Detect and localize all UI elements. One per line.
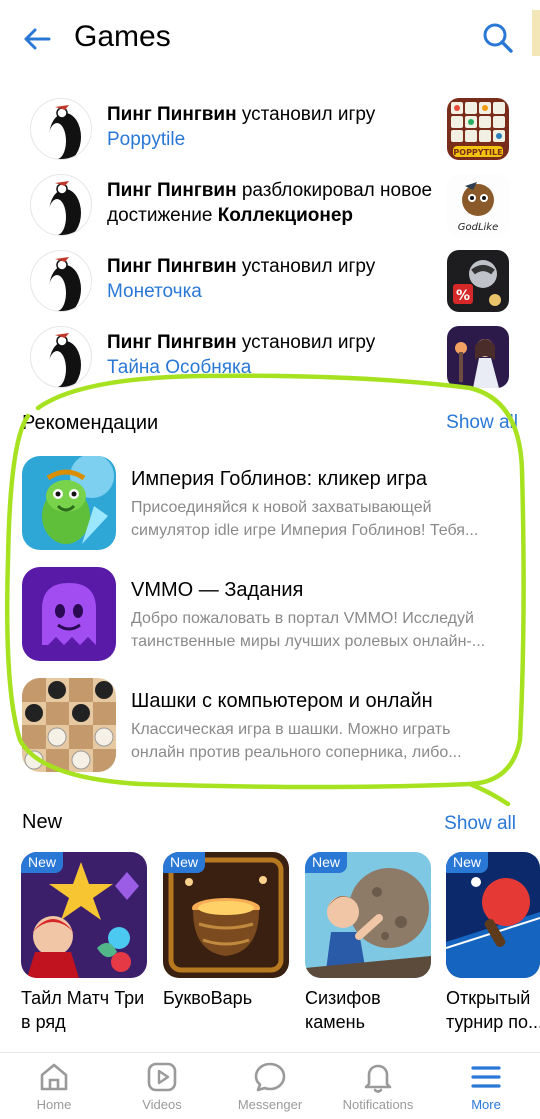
feed-action: установил игру: [241, 104, 376, 125]
feed-game-link[interactable]: Poppytile: [107, 127, 437, 152]
game-description: Добро пожаловать в портал VMMO! Исследуй…: [131, 610, 486, 650]
feed-text: Пинг Пингвин установил игру Монеточка: [107, 254, 437, 304]
game-description: Классическая игра в шашки. Можно играть …: [131, 721, 462, 761]
feed-item[interactable]: Пинг Пингвин установил игру Poppytile PO…: [0, 94, 540, 170]
nav-home[interactable]: Home: [4, 1059, 104, 1119]
feed-item[interactable]: Пинг Пингвин разблокировал новое достиже…: [0, 170, 540, 246]
avatar[interactable]: [30, 250, 92, 312]
recommendation-item[interactable]: VMMO — Задания Добро пожаловать в портал…: [0, 567, 540, 667]
nav-more[interactable]: More: [436, 1059, 536, 1119]
feed-achievement: Коллекционер: [217, 205, 354, 226]
search-icon: [483, 23, 513, 53]
game-icon[interactable]: [22, 456, 116, 550]
new-games-row: New Тайл Матч Три в ряд New БуквоВарь Ne…: [0, 852, 540, 1042]
nav-messenger[interactable]: Messenger: [220, 1059, 320, 1119]
game-icon[interactable]: New: [21, 852, 147, 978]
achievement-thumbnail[interactable]: GodLike: [447, 174, 509, 236]
game-title: Тайл Матч Три в ряд: [21, 988, 145, 1032]
new-section-header: New Show all: [0, 811, 540, 841]
recommendation-item[interactable]: Шашки с компьютером и онлайн Классическа…: [0, 678, 540, 778]
game-description: Присоединяйся к новой захватывающей симу…: [131, 499, 479, 539]
feed-item[interactable]: Пинг Пингвин установил игру Монеточка %: [0, 246, 540, 322]
game-title: VMMO — Задания: [131, 579, 304, 601]
section-title: New: [22, 811, 63, 833]
feed-action: установил игру: [241, 332, 376, 353]
new-badge: New: [163, 852, 206, 873]
back-button[interactable]: [20, 22, 54, 56]
video-icon: [147, 1062, 177, 1092]
nav-label: More: [471, 1097, 501, 1112]
feed-text: Пинг Пингвин установил игру Тайна Особня…: [107, 330, 437, 380]
chat-bubble-icon: [254, 1062, 286, 1092]
new-game-card[interactable]: New Тайл Матч Три в ряд: [21, 852, 147, 1034]
search-button[interactable]: [480, 20, 516, 56]
bottom-navigation: Home Videos Messenger Notifications More: [0, 1052, 540, 1119]
activity-feed: Пинг Пингвин установил игру Poppytile PO…: [0, 94, 540, 398]
feed-user[interactable]: Пинг Пингвин: [107, 180, 237, 201]
game-icon[interactable]: [22, 567, 116, 661]
feed-item[interactable]: Пинг Пингвин установил игру Тайна Особня…: [0, 322, 540, 398]
game-title: Империя Гоблинов: кликер игра: [131, 468, 427, 490]
game-thumbnail[interactable]: POPPYTILE: [447, 98, 509, 160]
top-bar: Games: [0, 0, 540, 78]
recommendation-item[interactable]: Империя Гоблинов: кликер игра Присоединя…: [0, 456, 540, 556]
arrow-left-icon: [24, 28, 51, 50]
menu-icon: [471, 1066, 501, 1088]
game-thumbnail[interactable]: [447, 326, 509, 388]
game-icon[interactable]: New: [305, 852, 431, 978]
svg-text:%: %: [456, 288, 470, 304]
game-icon[interactable]: New: [446, 852, 540, 978]
feed-user[interactable]: Пинг Пингвин: [107, 104, 237, 125]
avatar[interactable]: [30, 326, 92, 388]
nav-label: Notifications: [342, 1097, 414, 1112]
new-game-card[interactable]: New Сизифов камень: [305, 852, 431, 1034]
feed-game-link[interactable]: Тайна Особняка: [107, 355, 437, 380]
new-badge: New: [21, 852, 64, 873]
home-icon: [40, 1063, 68, 1091]
nav-label: Messenger: [237, 1097, 303, 1112]
edge-decoration: [532, 10, 540, 56]
new-badge: New: [305, 852, 348, 873]
show-all-link[interactable]: Show all: [444, 813, 516, 835]
avatar[interactable]: [30, 174, 92, 236]
page-title: Games: [74, 20, 171, 53]
nav-videos[interactable]: Videos: [112, 1059, 212, 1119]
feed-user[interactable]: Пинг Пингвин: [107, 256, 237, 277]
game-title: Открытый турнир по...: [446, 988, 540, 1032]
svg-text:GodLike: GodLike: [458, 222, 499, 233]
new-game-card[interactable]: New БуквоВарь: [163, 852, 289, 1010]
feed-action: установил игру: [241, 256, 376, 277]
show-all-link[interactable]: Show all: [446, 412, 518, 434]
feed-game-link[interactable]: Монеточка: [107, 279, 437, 304]
game-icon[interactable]: [22, 678, 116, 772]
feed-text: Пинг Пингвин разблокировал новое достиже…: [107, 178, 437, 228]
feed-user[interactable]: Пинг Пингвин: [107, 332, 237, 353]
game-thumbnail[interactable]: %: [447, 250, 509, 312]
nav-notifications[interactable]: Notifications: [328, 1059, 428, 1119]
game-icon[interactable]: New: [163, 852, 289, 978]
nav-label: Home: [36, 1097, 72, 1112]
svg-text:POPPYTILE: POPPYTILE: [453, 148, 502, 157]
game-title: Шашки с компьютером и онлайн: [131, 690, 433, 712]
game-title: Сизифов камень: [305, 988, 381, 1032]
bell-icon: [364, 1064, 392, 1093]
new-badge: New: [446, 852, 489, 873]
section-title: Рекомендации: [22, 412, 159, 434]
new-game-card[interactable]: New Открытый турнир по...: [446, 852, 540, 1034]
nav-label: Videos: [142, 1097, 182, 1112]
feed-text: Пинг Пингвин установил игру Poppytile: [107, 102, 437, 152]
avatar[interactable]: [30, 98, 92, 160]
game-title: БуквоВарь: [163, 988, 253, 1008]
recommendations-header: Рекомендации Show all: [0, 412, 540, 442]
